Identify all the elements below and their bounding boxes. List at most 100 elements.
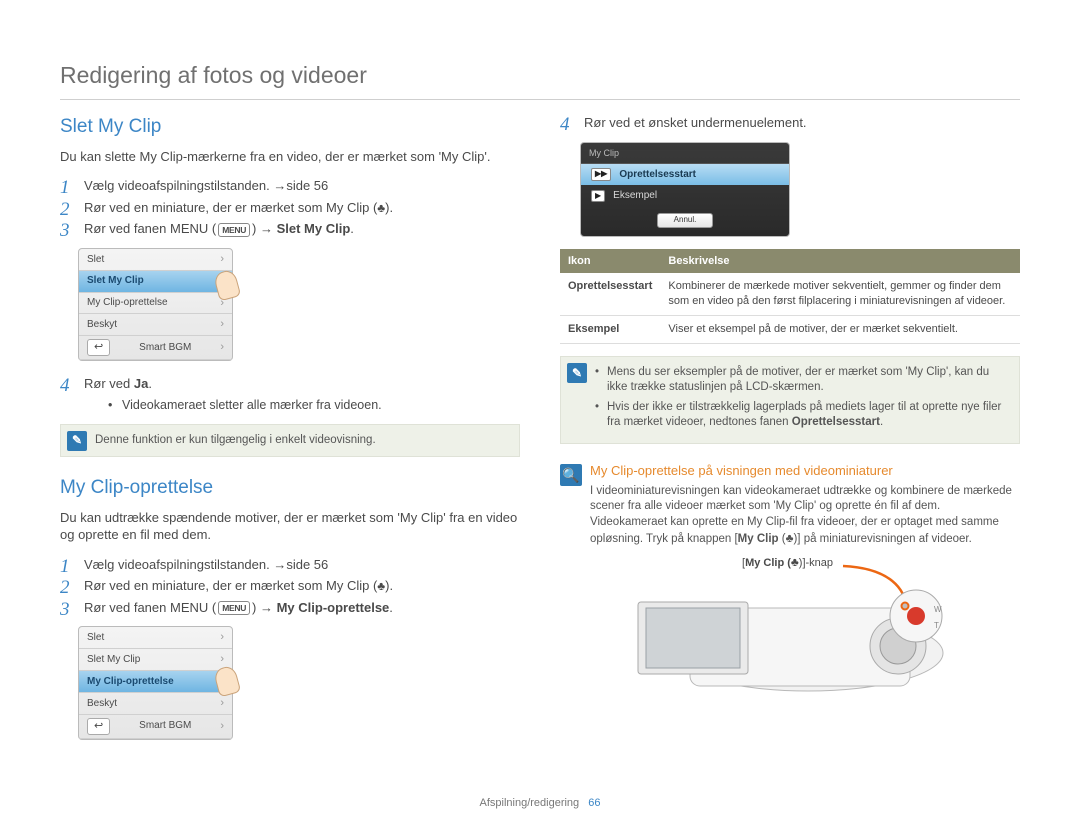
menu-item: ↩Smart BGM› xyxy=(79,336,232,360)
slet-my-clip-bold: Slet My Clip xyxy=(277,221,351,236)
cancel-button: Annul. xyxy=(657,213,713,228)
text: Rør ved fanen MENU ( xyxy=(84,600,216,615)
text: Rør ved xyxy=(84,376,134,391)
left-column: Slet My Clip Du kan slette My Clip-mærke… xyxy=(60,114,520,754)
right-steps: Rør ved et ønsket undermenuelement. xyxy=(560,114,1020,132)
chevron-right-icon: › xyxy=(220,274,224,289)
right-column: Rør ved et ønsket undermenuelement. My C… xyxy=(560,114,1020,754)
page-number: 66 xyxy=(588,797,600,809)
footer-section: Afspilning/redigering xyxy=(480,797,580,809)
heart-icon: ♣ xyxy=(791,555,799,569)
table-row: Oprettelsesstart Kombinerer de mærkede m… xyxy=(560,273,1020,315)
myclip-opret-title: My Clip-oprettelse xyxy=(60,475,520,501)
tip-icon: 🔍 xyxy=(560,464,582,486)
note-box-right: ✎ Mens du ser eksempler på de motiver, d… xyxy=(560,356,1020,444)
chevron-right-icon: › xyxy=(220,296,224,311)
menu-item: Beskyt› xyxy=(79,314,232,336)
text: ). xyxy=(385,578,393,593)
opret-step-3: Rør ved fanen MENU (MENU) → My Clip-opre… xyxy=(60,599,520,617)
text: Rør ved en miniature, der er mærket som … xyxy=(84,578,377,593)
menu-item: Slet› xyxy=(79,627,232,649)
camcorder-icon: W T xyxy=(598,558,978,708)
heart-icon: ♣ xyxy=(377,201,385,215)
submenu-screenshot: My Clip ▶▶ Oprettelsesstart ▶ Eksempel A… xyxy=(580,142,790,237)
note-bullet: Hvis der ikke er tilstrækkelig lagerplad… xyxy=(595,400,1009,431)
menu-screenshot-opret: Slet› Slet My Clip› My Clip-oprettelse› … xyxy=(78,626,233,739)
td-desc: Viser et eksempel på de motiver, der er … xyxy=(660,316,1020,344)
menu-item: Slet My Clip› xyxy=(79,649,232,671)
note-bullet: Mens du ser eksempler på de motiver, der… xyxy=(595,365,1009,396)
slet-my-clip-intro: Du kan slette My Clip-mærkerne fra en vi… xyxy=(60,148,520,166)
svg-text:W: W xyxy=(934,605,942,614)
description-table: Ikon Beskrivelse Oprettelsesstart Kombin… xyxy=(560,249,1020,344)
menu-item: ↩Smart BGM› xyxy=(79,715,232,739)
chevron-right-icon: › xyxy=(220,652,224,667)
tip-title: My Clip-oprettelse på visningen med vide… xyxy=(590,462,1020,480)
text: . xyxy=(880,416,883,428)
th-icon: Ikon xyxy=(560,249,660,274)
slet-step-4-sub: Videokameraet sletter alle mærker fra vi… xyxy=(108,397,520,414)
callout-label: [My Clip (♣)]-knap xyxy=(740,554,835,571)
slet-step-4: Rør ved Ja. Videokameraet sletter alle m… xyxy=(60,375,520,413)
chevron-right-icon: › xyxy=(220,252,224,267)
submenu-row: ▶ Eksempel xyxy=(581,185,789,207)
bold: My Clip xyxy=(738,533,779,545)
chevron-right-icon: › xyxy=(220,696,224,711)
chevron-right-icon: › xyxy=(220,674,224,689)
note-box-slet: ✎ Denne funktion er kun tilgængelig i en… xyxy=(60,424,520,458)
play-icon: ▶ xyxy=(591,190,605,203)
td-desc: Kombinerer de mærkede motiver sekventiel… xyxy=(660,273,1020,315)
chevron-right-icon: › xyxy=(220,630,224,645)
menu-item: My Clip-oprettelse› xyxy=(79,293,232,315)
tip-body: I videominiaturevisningen kan videokamer… xyxy=(590,484,1020,548)
text: . xyxy=(350,221,354,236)
opret-bold: My Clip-oprettelse xyxy=(277,600,390,615)
submenu-header: My Clip xyxy=(581,143,789,164)
back-icon: ↩ xyxy=(87,718,110,735)
chevron-right-icon: › xyxy=(220,340,224,355)
table-row: Eksempel Viser et eksempel på de motiver… xyxy=(560,316,1020,344)
text: Rør ved en miniature, der er mærket som … xyxy=(84,200,377,215)
camcorder-illustration: [My Clip (♣)]-knap xyxy=(590,558,1020,708)
td-icon: Eksempel xyxy=(560,316,660,344)
slet-steps-cont: Rør ved Ja. Videokameraet sletter alle m… xyxy=(60,375,520,413)
note-icon: ✎ xyxy=(567,363,587,383)
slet-step-1: Vælg videoafspilningstilstanden. →side 5… xyxy=(60,177,520,195)
text: . xyxy=(148,376,152,391)
chevron-right-icon: › xyxy=(220,317,224,332)
slet-steps: Vælg videoafspilningstilstanden. →side 5… xyxy=(60,177,520,238)
heart-icon: ♣ xyxy=(377,579,385,593)
opret-step-1: Vælg videoafspilningstilstanden. →side 5… xyxy=(60,556,520,574)
ja-bold: Ja xyxy=(134,376,148,391)
right-step-4: Rør ved et ønsket undermenuelement. xyxy=(560,114,1020,132)
opret-steps: Vælg videoafspilningstilstanden. →side 5… xyxy=(60,556,520,617)
th-desc: Beskrivelse xyxy=(660,249,1020,274)
fastforward-icon: ▶▶ xyxy=(591,168,611,181)
td-icon: Oprettelsesstart xyxy=(560,273,660,315)
tip-block: 🔍 My Clip-oprettelse på visningen med vi… xyxy=(560,462,1020,708)
note-icon: ✎ xyxy=(67,431,87,451)
menu-item-selected: My Clip-oprettelse› xyxy=(79,671,232,693)
note-text: Denne funktion er kun tilgængelig i enke… xyxy=(95,434,376,446)
text: ) → xyxy=(252,221,277,236)
slet-step-2: Rør ved en miniature, der er mærket som … xyxy=(60,199,520,217)
page-footer: Afspilning/redigering 66 xyxy=(0,796,1080,811)
title-rule xyxy=(60,99,1020,100)
myclip-opret-intro: Du kan udtrække spændende motiver, der e… xyxy=(60,509,520,544)
page-title: Redigering af fotos og videoer xyxy=(60,60,1020,91)
text: )] på miniaturevisningen af videoer. xyxy=(793,533,971,545)
menu-screenshot-slet: Slet› Slet My Clip› My Clip-oprettelse› … xyxy=(78,248,233,361)
menu-item-selected: Slet My Clip› xyxy=(79,271,232,293)
menu-item: Beskyt› xyxy=(79,693,232,715)
menu-icon: MENU xyxy=(218,601,250,615)
text: ) → xyxy=(252,600,277,615)
submenu-row-label: Oprettelsesstart xyxy=(619,168,696,182)
submenu-row-selected: ▶▶ Oprettelsesstart xyxy=(581,164,789,186)
text: Rør ved fanen MENU ( xyxy=(84,221,216,236)
text: . xyxy=(389,600,393,615)
slet-step-3: Rør ved fanen MENU (MENU) → Slet My Clip… xyxy=(60,220,520,238)
svg-text:T: T xyxy=(934,621,939,630)
opret-step-2: Rør ved en miniature, der er mærket som … xyxy=(60,577,520,595)
submenu-row-label: Eksempel xyxy=(613,189,657,203)
slet-my-clip-title: Slet My Clip xyxy=(60,114,520,140)
